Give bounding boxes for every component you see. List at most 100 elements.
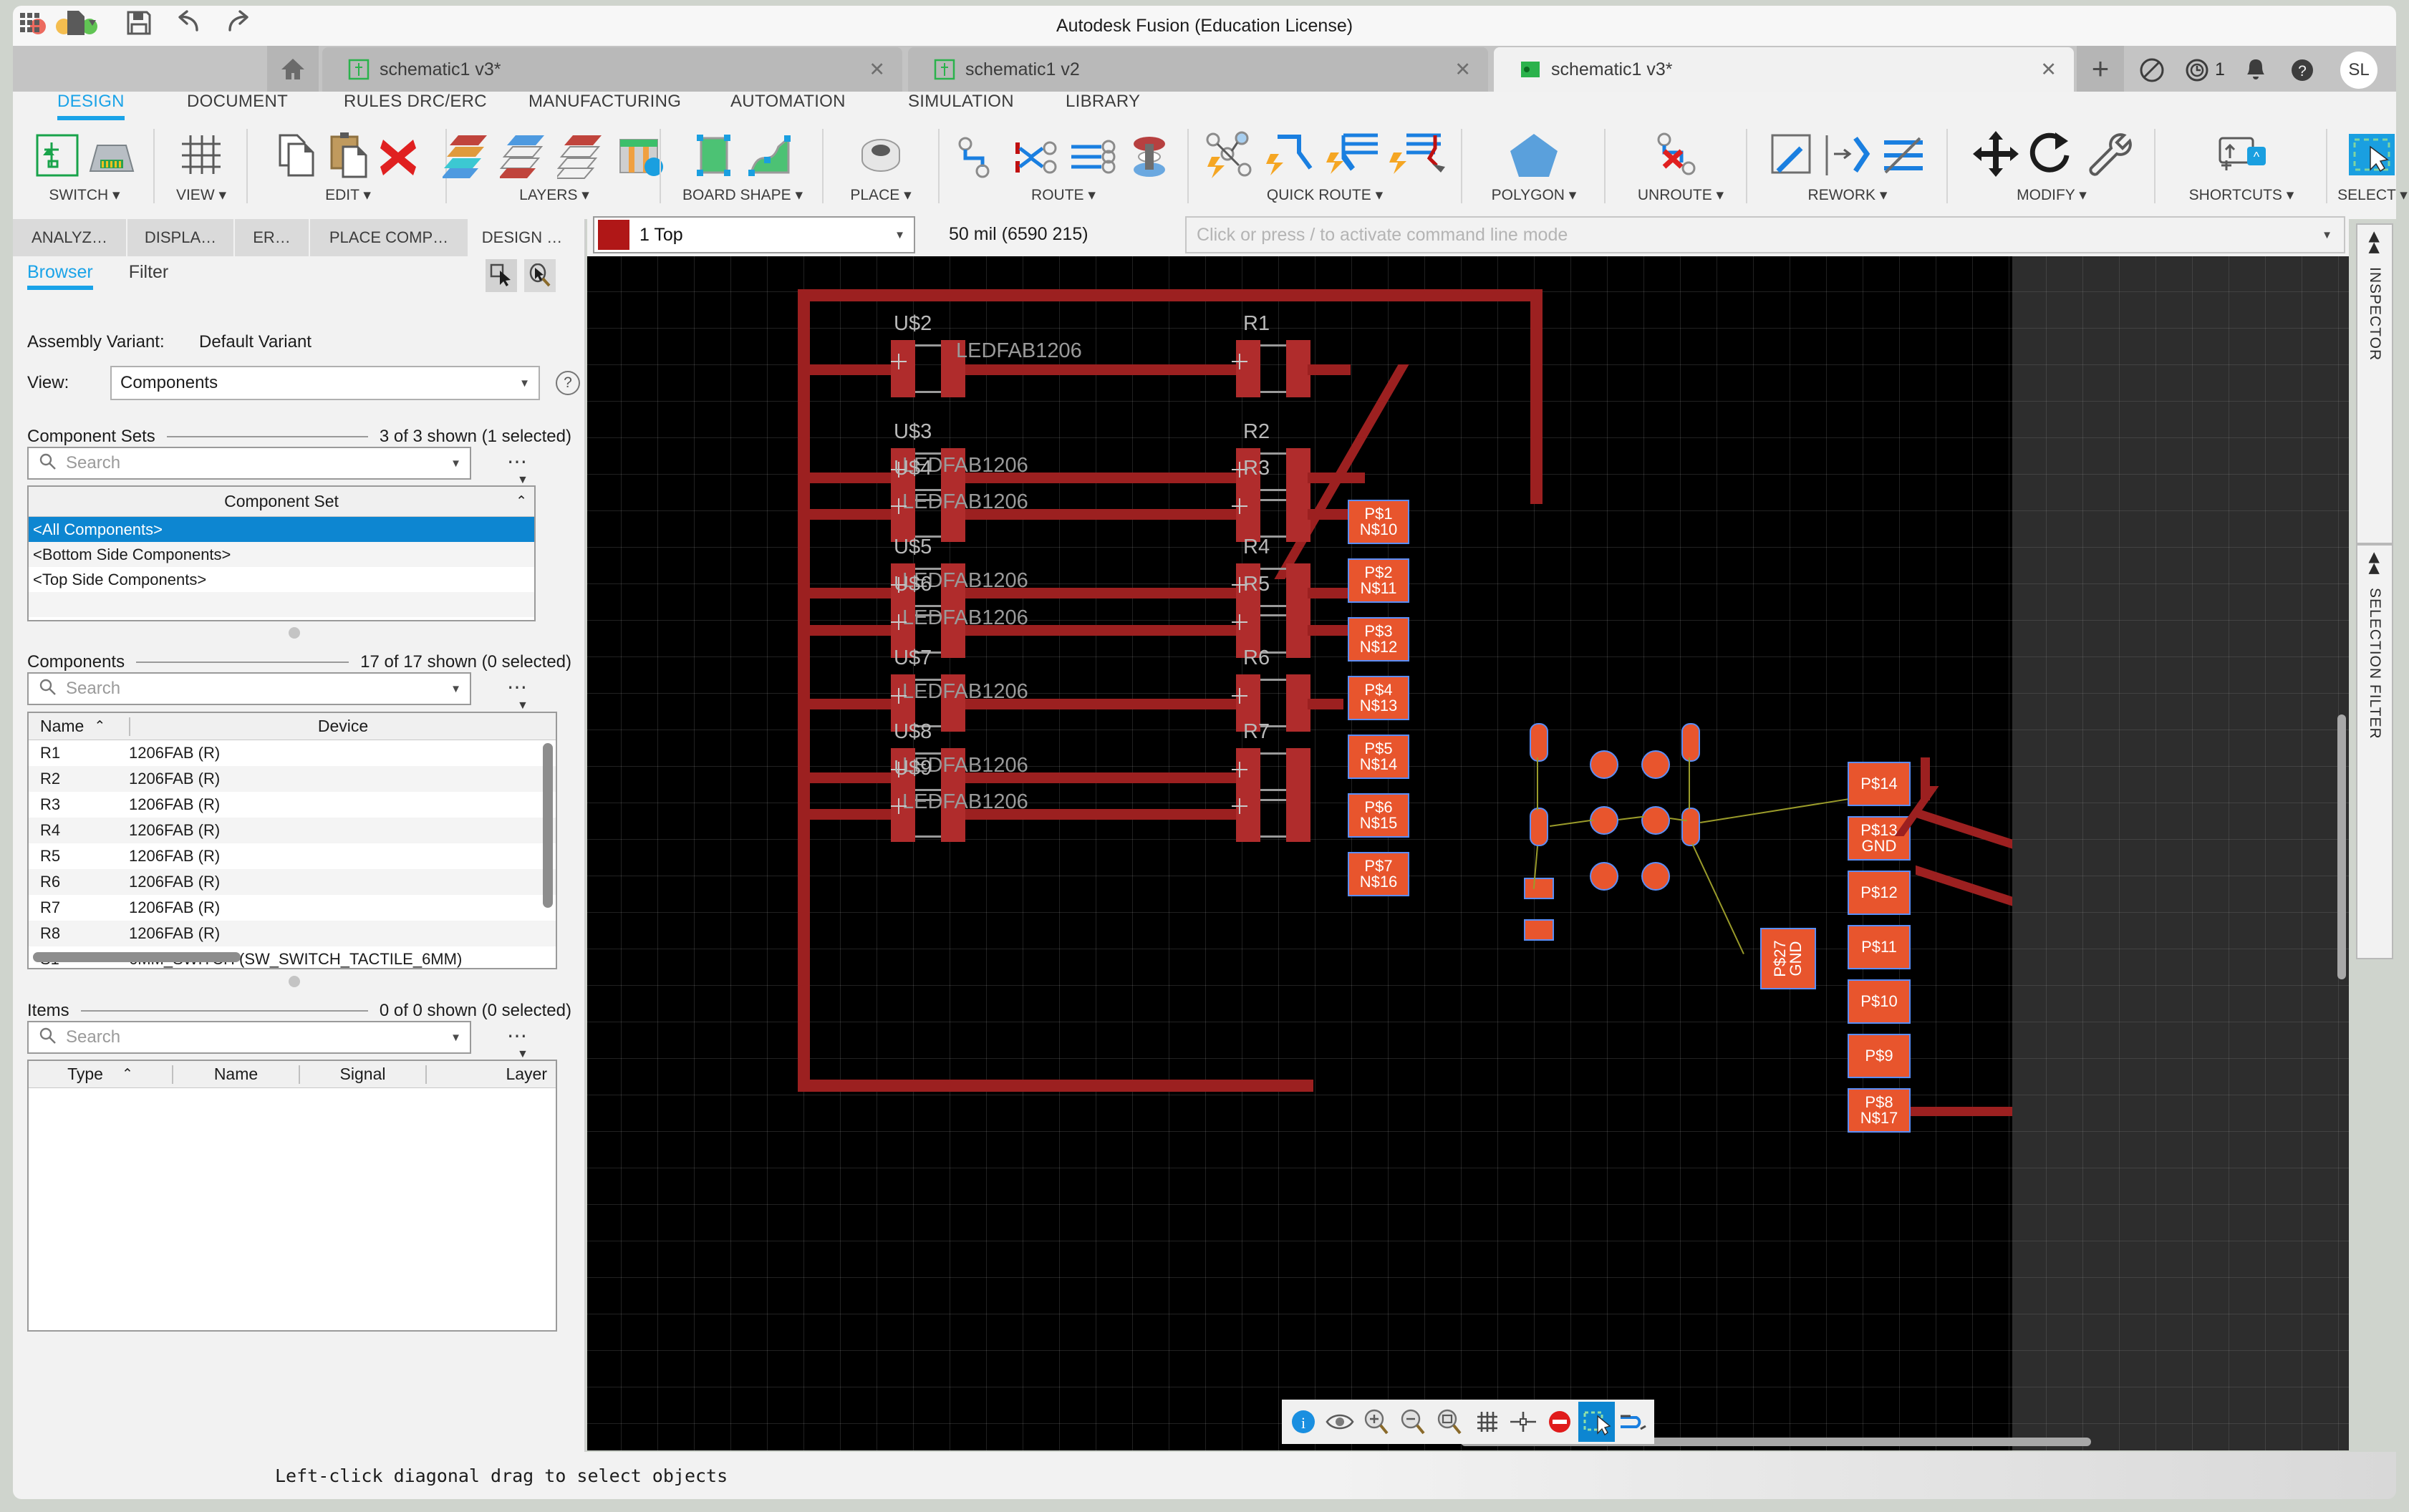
no-entry-icon[interactable] bbox=[1541, 1402, 1578, 1442]
zoom-out-icon[interactable] bbox=[1395, 1402, 1432, 1442]
context-tab-analyze[interactable]: ANALYZ… bbox=[13, 219, 127, 256]
panel-resize-grip[interactable] bbox=[289, 627, 300, 639]
layer-settings-icon[interactable] bbox=[614, 132, 666, 183]
zoom-in-icon[interactable] bbox=[1358, 1402, 1394, 1442]
undo-icon[interactable] bbox=[175, 7, 204, 39]
layer-select[interactable]: 1 Top ▼ bbox=[593, 216, 915, 253]
table-row[interactable]: R5 1206FAB (R) bbox=[29, 843, 556, 869]
component-set-column-header[interactable]: Component Set ⌃ bbox=[29, 487, 534, 517]
component-sets-search-input[interactable]: Search ▼ bbox=[27, 447, 471, 480]
components-vertical-scrollbar[interactable] bbox=[543, 743, 553, 908]
command-line-input[interactable]: Click or press / to activate command lin… bbox=[1185, 216, 2345, 253]
delete-icon[interactable] bbox=[376, 135, 420, 183]
quick-route-rework-icon[interactable] bbox=[1389, 130, 1447, 183]
context-tab-display[interactable]: DISPLA… bbox=[127, 219, 235, 256]
redo-icon[interactable] bbox=[223, 7, 251, 39]
ribbon-tab-rules[interactable]: RULES DRC/ERC bbox=[344, 92, 487, 112]
ripup-icon[interactable] bbox=[1878, 131, 1928, 183]
list-item[interactable]: <Top Side Components> bbox=[29, 567, 534, 592]
ribbon-tab-manufacturing[interactable]: MANUFACTURING bbox=[528, 92, 681, 112]
job-status-icon[interactable] bbox=[2184, 56, 2213, 84]
collapse-icon[interactable]: ◀◀ bbox=[2365, 231, 2383, 253]
components-table-header[interactable]: Name ⌃ Device bbox=[29, 713, 556, 740]
grid-view-icon[interactable] bbox=[176, 130, 226, 183]
document-tab-3-active[interactable]: schematic1 v3* ✕ bbox=[1494, 47, 2074, 92]
add-tab-button[interactable]: + bbox=[2077, 46, 2124, 92]
items-search-input[interactable]: Search ▼ bbox=[27, 1021, 471, 1054]
copy-icon[interactable] bbox=[276, 131, 320, 183]
grid-icon[interactable] bbox=[1468, 1402, 1505, 1442]
quick-route-airwire-icon[interactable] bbox=[1203, 130, 1260, 183]
select-mode-button[interactable] bbox=[486, 259, 517, 292]
list-item[interactable]: <Bottom Side Components> bbox=[29, 542, 534, 567]
marquee-select-icon[interactable] bbox=[2346, 130, 2399, 183]
close-tab-icon[interactable]: ✕ bbox=[2040, 59, 2057, 81]
board-outline-icon[interactable] bbox=[691, 131, 740, 183]
marquee-select-icon[interactable] bbox=[1578, 1402, 1615, 1442]
via-icon[interactable] bbox=[1126, 134, 1173, 183]
board-curve-icon[interactable] bbox=[745, 131, 794, 183]
tools-wrench-icon[interactable] bbox=[2082, 130, 2133, 183]
zoom-fit-icon[interactable] bbox=[1432, 1402, 1468, 1442]
layer-stack-red-icon[interactable] bbox=[554, 132, 609, 183]
ribbon-tab-simulation[interactable]: SIMULATION bbox=[908, 92, 1014, 112]
panel-resize-grip[interactable] bbox=[289, 976, 300, 987]
close-tab-icon[interactable]: ✕ bbox=[869, 59, 885, 81]
help-icon[interactable]: ? bbox=[556, 371, 580, 395]
switch-to-schematic-icon[interactable] bbox=[33, 131, 82, 183]
component-sets-list[interactable]: Component Set ⌃ <All Components> <Bottom… bbox=[27, 485, 536, 621]
list-item[interactable]: <All Components> bbox=[29, 517, 534, 542]
context-tab-erc[interactable]: ER… bbox=[235, 219, 310, 256]
items-table-header[interactable]: Type ⌃ Name Signal Layer bbox=[29, 1061, 556, 1088]
view-select[interactable]: Components ▼ bbox=[110, 366, 540, 400]
table-row[interactable]: R7 1206FAB (R) bbox=[29, 895, 556, 921]
zoom-select-button[interactable] bbox=[524, 259, 556, 292]
tab-browser[interactable]: Browser bbox=[27, 262, 93, 290]
move-icon[interactable] bbox=[1971, 130, 2021, 183]
chevron-down-icon[interactable]: ▼ bbox=[517, 699, 528, 712]
ribbon-tab-library[interactable]: LIBRARY bbox=[1066, 92, 1140, 112]
grid-menu-icon[interactable] bbox=[17, 7, 43, 39]
home-icon[interactable] bbox=[267, 46, 319, 92]
route-bus-icon[interactable] bbox=[1068, 135, 1120, 183]
quick-route-bus-icon[interactable] bbox=[1326, 130, 1384, 183]
miter-icon[interactable] bbox=[1767, 131, 1817, 183]
quick-route-single-icon[interactable] bbox=[1266, 130, 1321, 183]
notifications-bell-icon[interactable] bbox=[2241, 56, 2270, 84]
save-icon[interactable] bbox=[126, 7, 152, 39]
new-file-icon[interactable] bbox=[64, 7, 97, 39]
items-more-button[interactable]: ⋯ bbox=[507, 1024, 528, 1047]
shortcuts-icon[interactable]: ^ bbox=[2214, 131, 2269, 183]
table-row[interactable]: R3 1206FAB (R) bbox=[29, 792, 556, 818]
components-more-button[interactable]: ⋯ bbox=[507, 675, 528, 699]
rotate-icon[interactable] bbox=[2027, 130, 2077, 183]
table-row[interactable]: R4 1206FAB (R) bbox=[29, 818, 556, 843]
table-row[interactable]: R2 1206FAB (R) bbox=[29, 766, 556, 792]
layers-red-icon[interactable] bbox=[441, 132, 494, 183]
info-icon[interactable]: i bbox=[1285, 1402, 1321, 1442]
unroute-icon[interactable] bbox=[1654, 131, 1707, 183]
ribbon-tab-automation[interactable]: AUTOMATION bbox=[730, 92, 846, 112]
ribbon-tab-document[interactable]: DOCUMENT bbox=[187, 92, 288, 112]
tab-filter[interactable]: Filter bbox=[129, 262, 169, 290]
change-width-icon[interactable] bbox=[1823, 131, 1873, 183]
route-meander-icon[interactable] bbox=[1011, 135, 1063, 183]
close-tab-icon[interactable]: ✕ bbox=[1454, 59, 1471, 81]
crosshair-icon[interactable] bbox=[1505, 1402, 1541, 1442]
place-component-icon[interactable] bbox=[856, 135, 906, 183]
switch-to-board-icon[interactable] bbox=[87, 137, 136, 183]
inspector-panel[interactable]: ◀◀ INSPECTOR bbox=[2356, 223, 2393, 544]
document-tab-1[interactable]: schematic1 v3* ✕ bbox=[322, 47, 902, 92]
selection-filter-panel[interactable]: ◀◀ SELECTION FILTER bbox=[2356, 544, 2393, 959]
table-row[interactable]: R6 1206FAB (R) bbox=[29, 869, 556, 895]
context-tab-place-components[interactable]: PLACE COMP… bbox=[310, 219, 469, 256]
collapse-icon[interactable]: ◀◀ bbox=[2365, 552, 2383, 574]
route-trace-icon[interactable] bbox=[954, 135, 1005, 183]
items-table[interactable]: Type ⌃ Name Signal Layer bbox=[27, 1060, 557, 1332]
component-sets-more-button[interactable]: ⋯ bbox=[507, 450, 528, 473]
context-tab-design[interactable]: DESIGN … bbox=[469, 219, 576, 256]
table-row[interactable]: R8 1206FAB (R) bbox=[29, 921, 556, 946]
chevron-down-icon[interactable]: ▼ bbox=[2322, 229, 2332, 241]
components-horizontal-scrollbar[interactable] bbox=[33, 952, 241, 962]
pcb-canvas[interactable]: U$2 R1 LEDFAB1206 U$3 R2 LEDFAB1206 U$4 … bbox=[587, 256, 2349, 1450]
